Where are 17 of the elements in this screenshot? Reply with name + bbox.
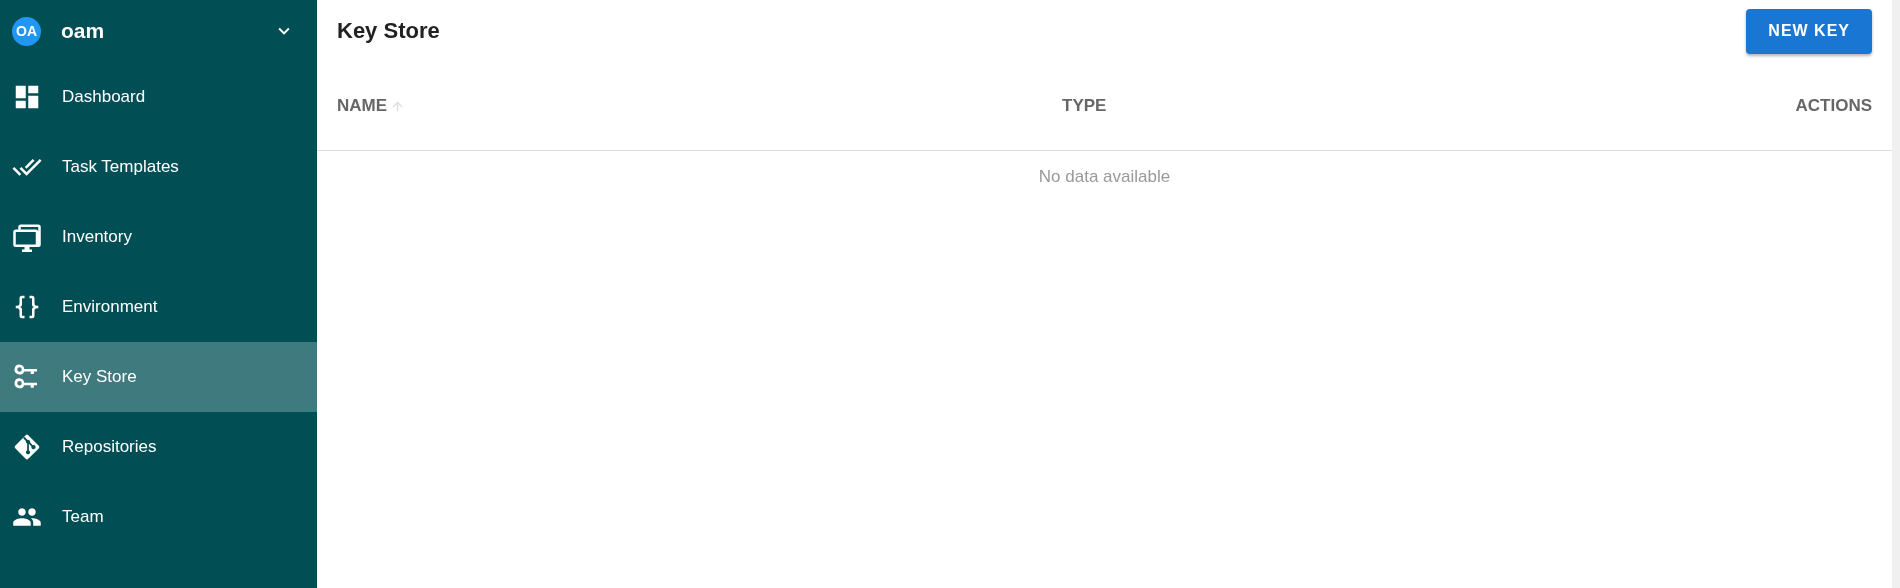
sidebar-item[interactable]: Environment — [62, 297, 158, 317]
empty-message: No data available — [1038, 167, 1171, 186]
git-icon — [12, 432, 42, 462]
monitors-icon — [12, 222, 42, 252]
project-avatar: OA — [12, 16, 41, 46]
sidebar-item[interactable]: Dashboard — [62, 87, 146, 107]
column-header[interactable]: ACTIONS — [1795, 96, 1872, 116]
sidebar-item[interactable]: Key Store — [62, 367, 137, 387]
project-name: oam — [61, 19, 106, 43]
column-header[interactable]: TYPE — [1062, 96, 1107, 116]
sidebar-item[interactable]: Repositories — [62, 437, 157, 457]
sidebar-item[interactable]: Inventory — [62, 227, 132, 247]
page-title: Key Store — [337, 18, 440, 44]
sidebar-item[interactable]: Task Templates — [62, 157, 179, 177]
new-key-button[interactable]: NEW KEY — [1746, 8, 1872, 54]
column-header[interactable]: NAME — [337, 96, 388, 116]
sidebar-item[interactable]: Team — [62, 507, 104, 527]
